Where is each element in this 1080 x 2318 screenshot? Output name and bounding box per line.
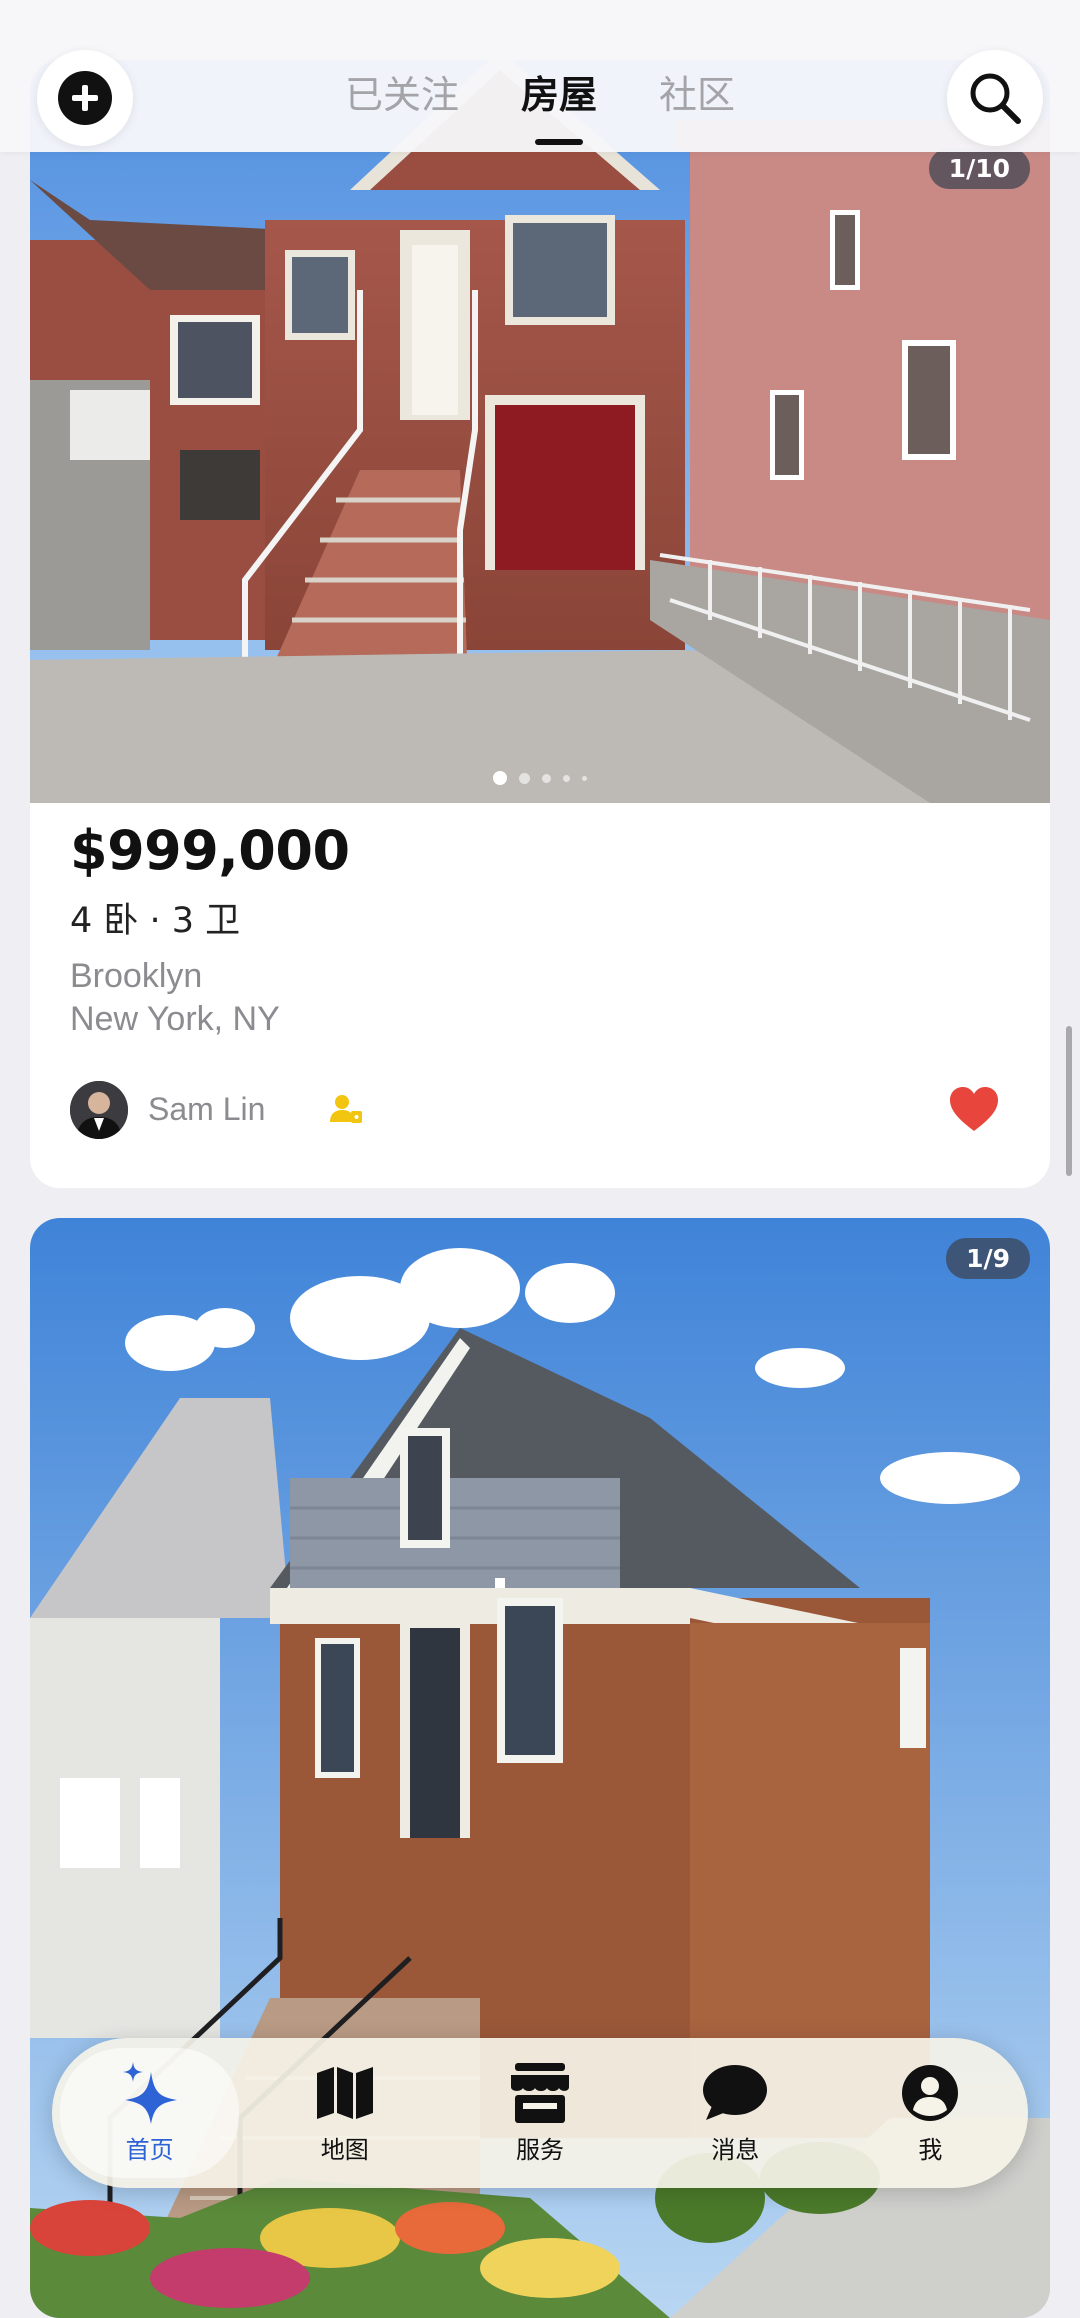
listing-rooms: 4 卧 · 3 卫 [70, 901, 241, 941]
feed-tabs: 已关注 房屋 社区 [0, 64, 1080, 119]
top-bar: 已关注 房屋 社区 [0, 0, 1080, 152]
photo-counter: 1/9 [946, 1238, 1030, 1279]
listing-area: Brooklyn [70, 957, 203, 995]
listing-info: $999,000 4 卧 · 3 卫 Brooklyn New York, NY… [30, 819, 1050, 1141]
bottom-nav: 首页 地图 服务 消息 我 [52, 2038, 1028, 2188]
avatar[interactable] [70, 1081, 128, 1139]
agent-name[interactable]: Sam Lin [148, 1091, 265, 1128]
listing-city: New York, NY [70, 1000, 280, 1038]
pager-dot [519, 772, 530, 784]
pager-dot [563, 774, 570, 782]
listing-card[interactable]: 1/10 $999,000 4 卧 · 3 卫 Brooklyn New Yor… [30, 60, 1050, 1188]
pager-dot [493, 771, 507, 785]
pager-dot [542, 773, 551, 783]
photo-pager-dots[interactable] [30, 771, 1050, 785]
map-icon [315, 2062, 375, 2124]
nav-home[interactable]: 首页 [52, 2038, 247, 2188]
favorite-heart-icon[interactable] [948, 1085, 1000, 1137]
house-photo [30, 60, 1050, 803]
pager-dot [582, 775, 587, 781]
photo-counter: 1/10 [928, 148, 1030, 189]
agent-verified-icon [328, 1091, 364, 1131]
profile-icon [901, 2062, 959, 2124]
nav-label: 我 [918, 2135, 943, 2164]
nav-label: 地图 [320, 2135, 369, 2164]
scrollbar[interactable] [1066, 1026, 1072, 1176]
chat-bubble-icon [702, 2062, 768, 2124]
nav-services[interactable]: 服务 [442, 2038, 637, 2188]
nav-label: 消息 [711, 2135, 760, 2164]
nav-me[interactable]: 我 [833, 2038, 1028, 2188]
store-icon [509, 2062, 571, 2124]
search-icon [970, 73, 1021, 124]
nav-map[interactable]: 地图 [247, 2038, 442, 2188]
nav-label: 首页 [125, 2135, 174, 2164]
search-button[interactable] [947, 50, 1043, 146]
listing-photo[interactable]: 1/10 [30, 60, 1050, 803]
sparkle-icon [121, 2061, 179, 2124]
listing-price: $999,000 [70, 819, 350, 882]
tab-homes[interactable]: 房屋 [517, 64, 601, 119]
tab-community[interactable]: 社区 [655, 64, 739, 119]
agent-row[interactable]: Sam Lin [70, 1081, 1010, 1141]
tab-following[interactable]: 已关注 [341, 64, 463, 119]
nav-label: 服务 [516, 2135, 564, 2164]
nav-messages[interactable]: 消息 [638, 2038, 833, 2188]
